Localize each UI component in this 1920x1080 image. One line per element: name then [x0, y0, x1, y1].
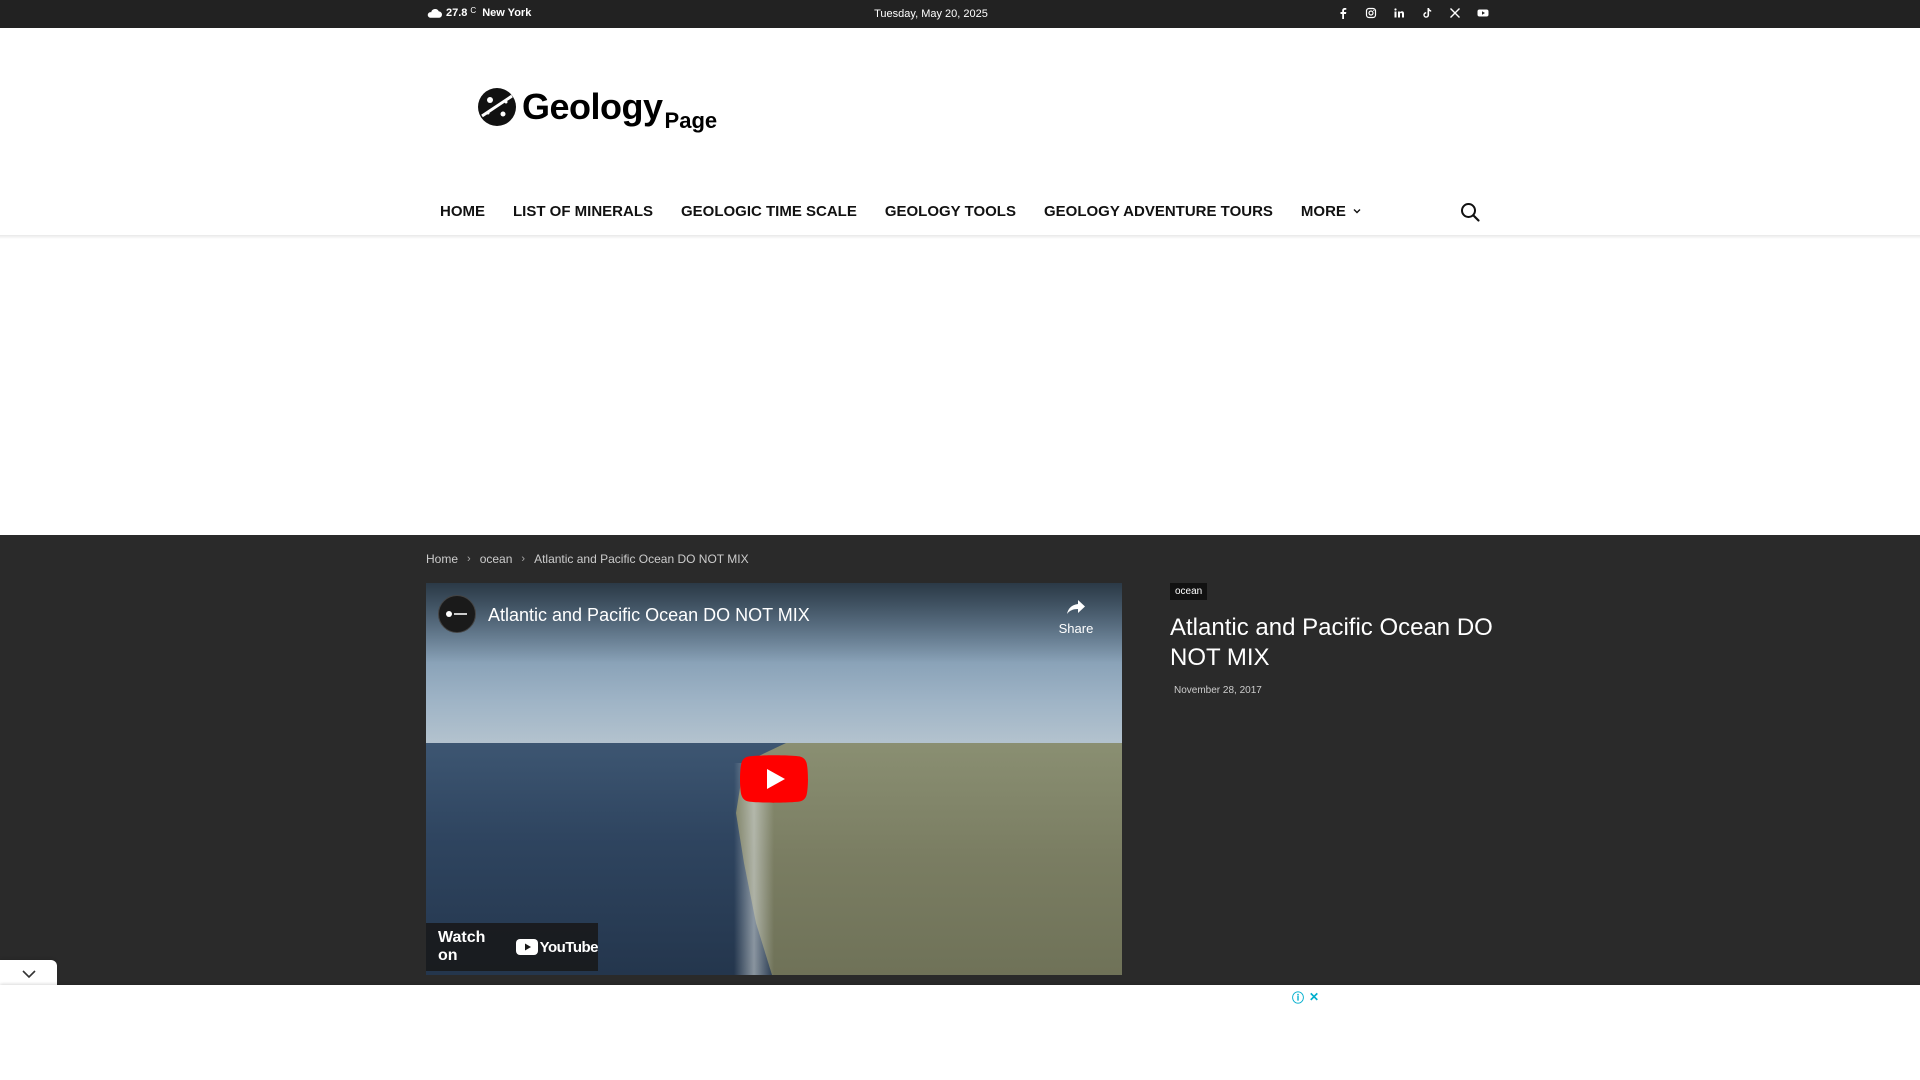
main-nav: HOME LIST OF MINERALS GEOLOGIC TIME SCAL… [426, 196, 1376, 226]
instagram-icon[interactable] [1364, 6, 1378, 20]
nav-geology-tools[interactable]: GEOLOGY TOOLS [871, 203, 1030, 220]
globe-logo-icon [478, 88, 516, 126]
header-divider [0, 235, 1920, 239]
site-logo[interactable]: Geology Page [476, 86, 717, 133]
youtube-wordmark: YouTube [515, 938, 599, 956]
watch-on-youtube-button[interactable]: Watch on YouTube [426, 923, 599, 971]
breadcrumb-home[interactable]: Home [426, 552, 458, 566]
logo-text-sub: Page [664, 108, 718, 133]
nav-list-of-minerals[interactable]: LIST OF MINERALS [499, 203, 667, 220]
breadcrumb-separator-icon: › [467, 553, 471, 565]
ad-close-icon[interactable]: ✕ [1308, 990, 1320, 1004]
nav-home[interactable]: HOME [426, 203, 499, 220]
video-title[interactable]: Atlantic and Pacific Ocean DO NOT MIX [488, 605, 810, 626]
ad-collapse-button[interactable] [0, 960, 57, 987]
article-meta: ocean Atlantic and Pacific Ocean DO NOT … [1170, 581, 1510, 696]
ad-info-icon[interactable]: ⓘ [1292, 991, 1304, 1005]
breadcrumb-current: Atlantic and Pacific Ocean DO NOT MIX [534, 552, 749, 566]
play-button-icon[interactable] [740, 755, 808, 803]
logo-text-main: Geology [522, 86, 663, 127]
article-title: Atlantic and Pacific Ocean DO NOT MIX [1170, 614, 1493, 671]
watch-on-label: Watch on [438, 929, 486, 964]
nav-geology-adventure-tours[interactable]: GEOLOGY ADVENTURE TOURS [1030, 203, 1287, 220]
youtube-icon[interactable] [1476, 6, 1490, 20]
share-label: Share [1058, 621, 1094, 636]
share-button[interactable]: Share [1054, 595, 1098, 636]
chevron-down-icon [1353, 209, 1361, 214]
share-arrow-icon [1067, 600, 1085, 614]
article-date: November 28, 2017 [1174, 685, 1262, 696]
ad-controls: ⓘ ✕ [1292, 990, 1320, 1005]
social-links [1336, 6, 1490, 20]
top-bar: 27.8 C New York Tuesday, May 20, 2025 [0, 0, 1920, 28]
search-icon[interactable] [1459, 201, 1481, 223]
channel-avatar[interactable] [438, 595, 476, 633]
nav-geologic-time-scale[interactable]: GEOLOGIC TIME SCALE [667, 203, 871, 220]
youtube-label: YouTube [539, 938, 599, 956]
current-date: Tuesday, May 20, 2025 [874, 8, 988, 20]
breadcrumb-separator-icon: › [521, 553, 526, 565]
chevron-down-icon [21, 969, 36, 978]
breadcrumb: Home › ocean › Atlantic and Pacific Ocea… [426, 552, 749, 566]
linkedin-icon[interactable] [1392, 6, 1406, 20]
nav-more[interactable]: MORE [1287, 203, 1376, 220]
youtube-video-embed[interactable]: Atlantic and Pacific Ocean DO NOT MIX Sh… [426, 583, 1122, 975]
facebook-icon[interactable] [1336, 6, 1350, 20]
nav-more-label: MORE [1300, 202, 1346, 220]
tiktok-icon[interactable] [1420, 6, 1434, 20]
bottom-ad-banner [0, 985, 1920, 1080]
breadcrumb-ocean[interactable]: ocean [480, 552, 513, 566]
x-icon[interactable] [1448, 6, 1462, 20]
category-tag[interactable]: ocean [1170, 583, 1208, 600]
channel-logo-icon [446, 611, 467, 617]
youtube-play-icon [515, 939, 538, 955]
